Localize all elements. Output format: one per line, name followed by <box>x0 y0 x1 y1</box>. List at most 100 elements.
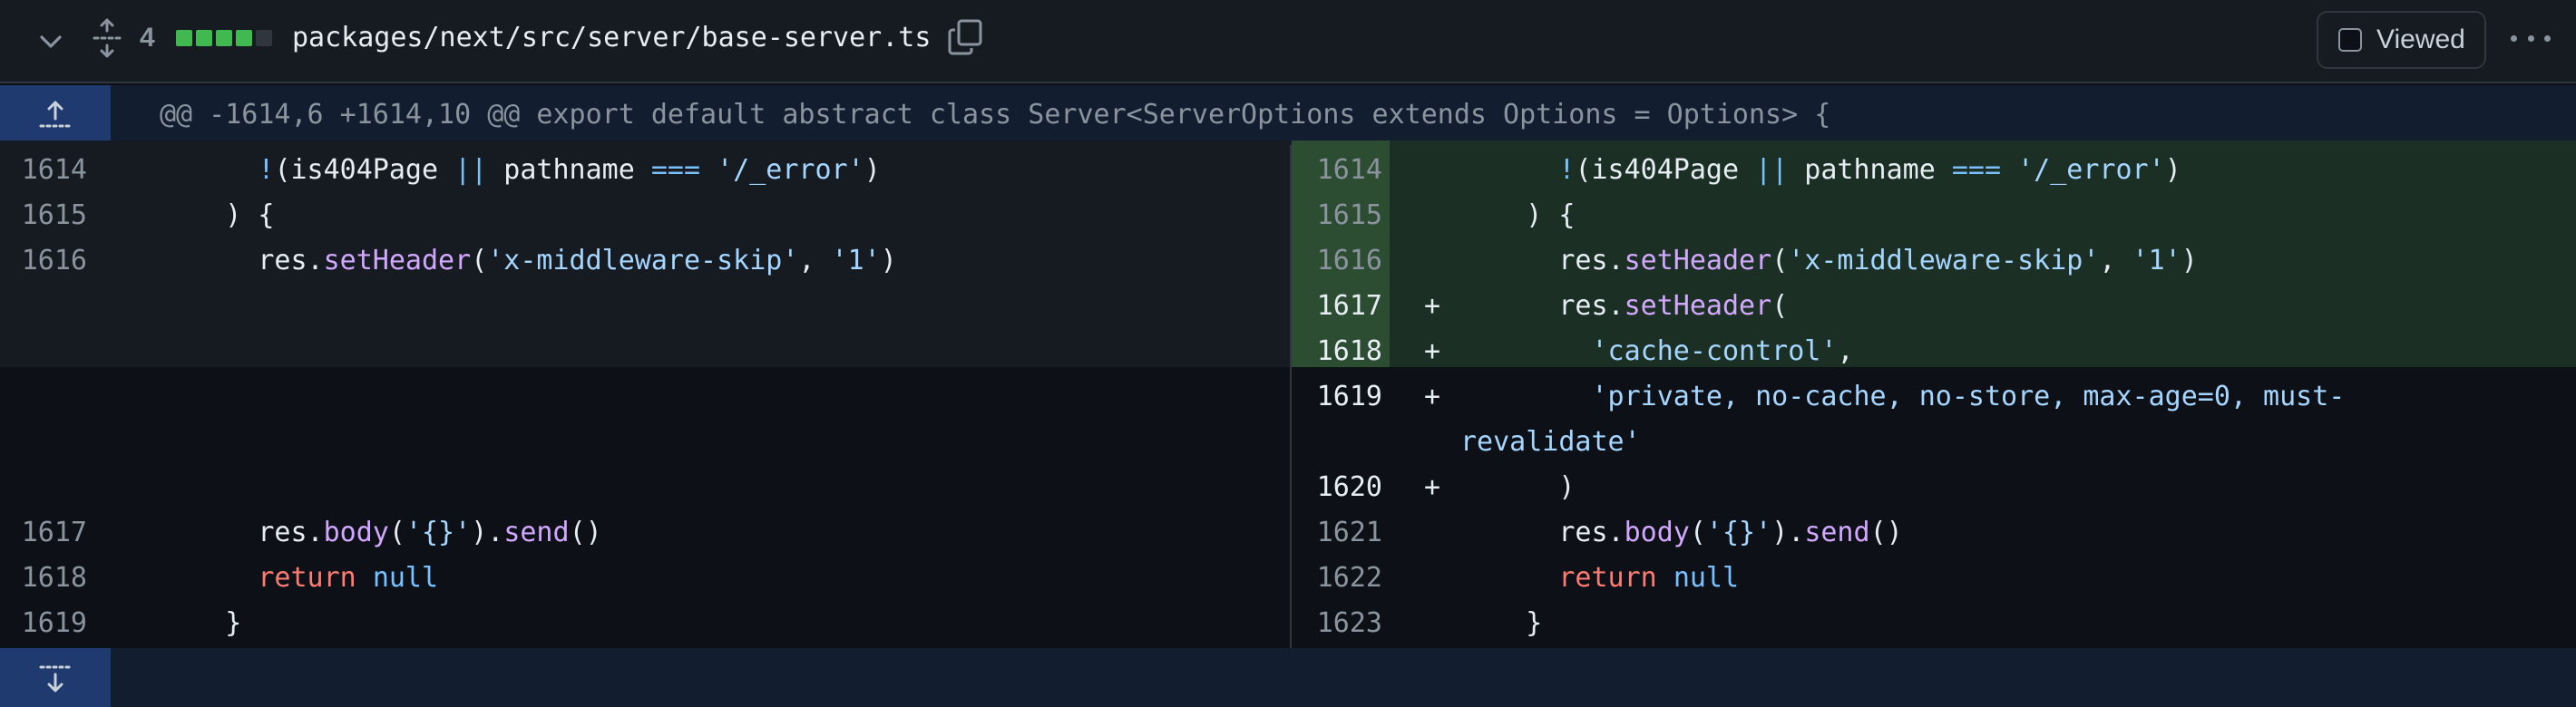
code-line: } <box>1460 601 1542 646</box>
chevron-down-icon[interactable] <box>36 27 65 56</box>
code-token: '{}' <box>405 517 472 548</box>
hunk-header-row: @@ -1614,6 +1614,10 @@ export default ab… <box>0 85 2576 145</box>
kebab-horizontal-icon[interactable] <box>2511 24 2551 53</box>
code-token: , <box>1837 335 1854 367</box>
viewed-button[interactable]: Viewed <box>2317 11 2486 69</box>
code-line: res.setHeader('x-middleware-skip', '1') <box>1460 238 2198 284</box>
code-token: ( <box>1771 245 1789 276</box>
diff-marker: + <box>1424 335 1441 367</box>
code-token: (is404Page <box>1575 154 1756 186</box>
line-number[interactable]: 1621 <box>1292 510 1382 556</box>
line-number[interactable]: 1616 <box>1292 238 1382 284</box>
code-token: '/_error' <box>717 154 864 186</box>
code-token: 'x-middleware-skip' <box>1788 245 2100 276</box>
code-token: ) { <box>1460 199 1576 231</box>
line-number[interactable]: 1615 <box>0 193 87 238</box>
diff-line: 1620 + ) <box>1292 465 2576 510</box>
code-token: null <box>1673 562 1740 594</box>
diff-line: 1619 } <box>0 601 1290 646</box>
code-token: pathname <box>1788 154 1952 186</box>
code-line: } <box>160 601 241 646</box>
viewed-label: Viewed <box>2376 24 2465 54</box>
diffstat-block <box>196 30 212 46</box>
code-token: ! <box>258 154 275 186</box>
code-line: res.setHeader( <box>1460 284 1788 329</box>
file-header: 4 packages/next/src/server/base-server.t… <box>0 0 2576 83</box>
code-token: ) <box>864 154 881 186</box>
code-token: return <box>1558 562 1657 594</box>
diff-line: 1622 return null <box>1292 556 2576 601</box>
code-token: ) <box>2181 245 2198 276</box>
expand-down-row <box>0 648 2576 707</box>
code-token: ! <box>1558 154 1576 186</box>
expand-down-icon <box>39 665 71 692</box>
diff-line: 1617 res.body('{}').send() <box>0 510 1290 556</box>
diff-marker: + <box>1424 290 1441 322</box>
expand-up-button[interactable] <box>0 85 111 145</box>
changes-count: 4 <box>140 23 155 53</box>
code-token: setHeader <box>1624 245 1772 276</box>
line-number[interactable]: 1614 <box>0 148 87 193</box>
file-path[interactable]: packages/next/src/server/base-server.ts <box>292 20 931 56</box>
diffstat <box>176 30 272 46</box>
diff-marker: + <box>1424 471 1441 503</box>
code-token: } <box>1460 607 1543 639</box>
viewed-checkbox[interactable] <box>2338 28 2362 52</box>
line-number[interactable]: 1623 <box>1292 601 1382 646</box>
diff-line: 1616 res.setHeader('x-middleware-skip', … <box>0 238 1290 284</box>
line-number[interactable]: 1618 <box>1292 329 1382 374</box>
diff-line: 1618 + 'cache-control', <box>1292 329 2576 374</box>
diff-line: 1621 res.body('{}').send() <box>1292 510 2576 556</box>
code-token: , <box>798 245 832 276</box>
code-token: ( <box>388 517 405 548</box>
code-token: , <box>2099 245 2132 276</box>
line-number[interactable]: 1619 <box>1292 374 1382 420</box>
code-token: res. <box>160 245 324 276</box>
code-token: '{}' <box>1705 517 1772 548</box>
line-number[interactable]: 1615 <box>1292 193 1382 238</box>
expand-down-button[interactable] <box>0 648 111 707</box>
line-number[interactable]: 1617 <box>0 510 87 556</box>
code-token: res. <box>1460 245 1625 276</box>
code-line: 'cache-control', <box>1460 329 1854 374</box>
line-number[interactable]: 1620 <box>1292 465 1382 510</box>
code-token: === <box>1951 154 2002 186</box>
line-number[interactable]: 1614 <box>1292 148 1382 193</box>
code-token: (is404Page <box>274 154 455 186</box>
line-number[interactable]: 1619 <box>0 601 87 646</box>
diffstat-block <box>216 30 232 46</box>
line-number[interactable]: 1617 <box>1292 284 1382 329</box>
line-number[interactable]: 1616 <box>0 238 87 284</box>
diff-line: 1619 + 'private, no-cache, no-store, max-… <box>1292 374 2576 420</box>
diff-line: 1614 !(is404Page || pathname === '/_erro… <box>1292 148 2576 193</box>
line-number[interactable]: 1622 <box>1292 556 1382 601</box>
hunk-header: @@ -1614,6 +1614,10 @@ export default ab… <box>160 99 1831 131</box>
code-token: || <box>454 154 488 186</box>
diff-line: 1618 return null <box>0 556 1290 601</box>
code-token: () <box>1869 517 1903 548</box>
diff-line: 1617 + res.setHeader( <box>1292 284 2576 329</box>
code-token: '1' <box>2132 245 2181 276</box>
line-number[interactable]: 1618 <box>0 556 87 601</box>
code-token: setHeader <box>1624 290 1772 322</box>
code-token: || <box>1755 154 1789 186</box>
unfold-icon[interactable] <box>91 18 123 58</box>
copy-icon[interactable] <box>947 18 983 56</box>
code-token: ) <box>880 245 897 276</box>
split-divider <box>1290 145 1292 648</box>
code-token: revalidate' <box>1460 426 1641 458</box>
diffstat-block <box>236 30 252 46</box>
code-token: ( <box>1689 517 1706 548</box>
code-token: ). <box>471 517 504 548</box>
code-line: return null <box>1460 556 1739 601</box>
code-line: res.setHeader('x-middleware-skip', '1') <box>160 238 897 284</box>
line-number[interactable] <box>1292 420 1382 465</box>
code-line: 'private, no-cache, no-store, max-age=0,… <box>1460 374 2346 420</box>
